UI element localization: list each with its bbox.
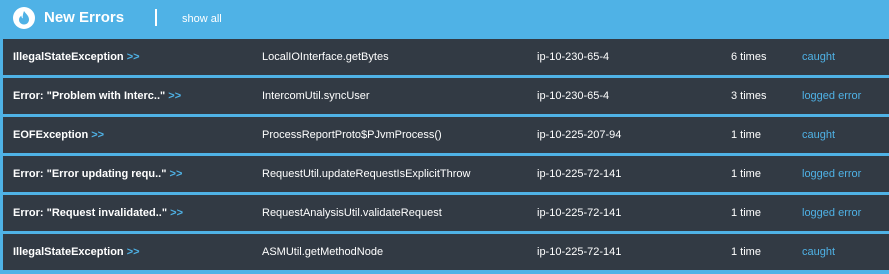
header-divider: [155, 9, 157, 26]
expand-arrow-icon[interactable]: >>: [127, 51, 140, 63]
new-errors-panel: New Errors show all IllegalStateExceptio…: [0, 0, 889, 274]
error-row[interactable]: IllegalStateException >> LocalIOInterfac…: [3, 39, 889, 75]
expand-arrow-icon[interactable]: >>: [170, 168, 183, 180]
error-count: 1 time: [731, 207, 761, 219]
error-host: ip-10-225-207-94: [537, 129, 622, 141]
error-location: RequestUtil.updateRequestIsExplicitThrow: [262, 168, 471, 180]
error-status-link[interactable]: logged error: [802, 156, 887, 192]
error-location: RequestAnalysisUtil.validateRequest: [262, 207, 442, 219]
error-status-link[interactable]: caught: [802, 39, 887, 75]
error-name: Error: "Error updating requ..": [13, 168, 167, 180]
error-location: IntercomUtil.syncUser: [262, 90, 370, 102]
error-count: 1 time: [731, 246, 761, 258]
error-row[interactable]: Error: "Request invalidated.." >> Reques…: [3, 195, 889, 231]
error-name: EOFException: [13, 129, 89, 141]
error-status-link[interactable]: logged error: [802, 195, 887, 231]
error-name-cell[interactable]: Error: "Error updating requ.." >>: [13, 156, 258, 192]
error-name: Error: "Problem with Interc..": [13, 90, 166, 102]
error-list: IllegalStateException >> LocalIOInterfac…: [3, 39, 889, 270]
error-row[interactable]: IllegalStateException >> ASMUtil.getMeth…: [3, 234, 889, 270]
error-count: 6 times: [731, 51, 767, 63]
error-location: ASMUtil.getMethodNode: [262, 246, 384, 258]
error-name: IllegalStateException: [13, 246, 124, 258]
error-location: ProcessReportProto$PJvmProcess(): [262, 129, 442, 141]
error-row[interactable]: Error: "Problem with Interc.." >> Interc…: [3, 78, 889, 114]
error-name-cell[interactable]: EOFException >>: [13, 117, 258, 153]
error-name-cell[interactable]: IllegalStateException >>: [13, 39, 258, 75]
error-count: 3 times: [731, 90, 767, 102]
expand-arrow-icon[interactable]: >>: [91, 129, 104, 141]
error-name-cell[interactable]: IllegalStateException >>: [13, 234, 258, 270]
error-status-link[interactable]: caught: [802, 117, 887, 153]
expand-arrow-icon[interactable]: >>: [170, 207, 183, 219]
error-host: ip-10-225-72-141: [537, 168, 622, 180]
error-host: ip-10-230-65-4: [537, 51, 610, 63]
error-row[interactable]: EOFException >> ProcessReportProto$PJvmP…: [3, 117, 889, 153]
error-count: 1 time: [731, 168, 761, 180]
expand-arrow-icon[interactable]: >>: [127, 246, 140, 258]
error-status-link[interactable]: caught: [802, 234, 887, 270]
error-name-cell[interactable]: Error: "Problem with Interc.." >>: [13, 78, 258, 114]
error-name-cell[interactable]: Error: "Request invalidated.." >>: [13, 195, 258, 231]
show-all-link[interactable]: show all: [182, 12, 222, 26]
error-row[interactable]: Error: "Error updating requ.." >> Reques…: [3, 156, 889, 192]
error-count: 1 time: [731, 129, 761, 141]
error-host: ip-10-230-65-4: [537, 90, 610, 102]
error-host: ip-10-225-72-141: [537, 246, 622, 258]
flame-logo-icon: [13, 7, 35, 29]
panel-header: New Errors show all: [0, 0, 889, 36]
expand-arrow-icon[interactable]: >>: [168, 90, 181, 102]
error-name: Error: "Request invalidated..": [13, 207, 168, 219]
error-name: IllegalStateException: [13, 51, 124, 63]
error-host: ip-10-225-72-141: [537, 207, 622, 219]
error-location: LocalIOInterface.getBytes: [262, 51, 389, 63]
panel-title: New Errors: [44, 9, 125, 26]
error-status-link[interactable]: logged error: [802, 78, 887, 114]
